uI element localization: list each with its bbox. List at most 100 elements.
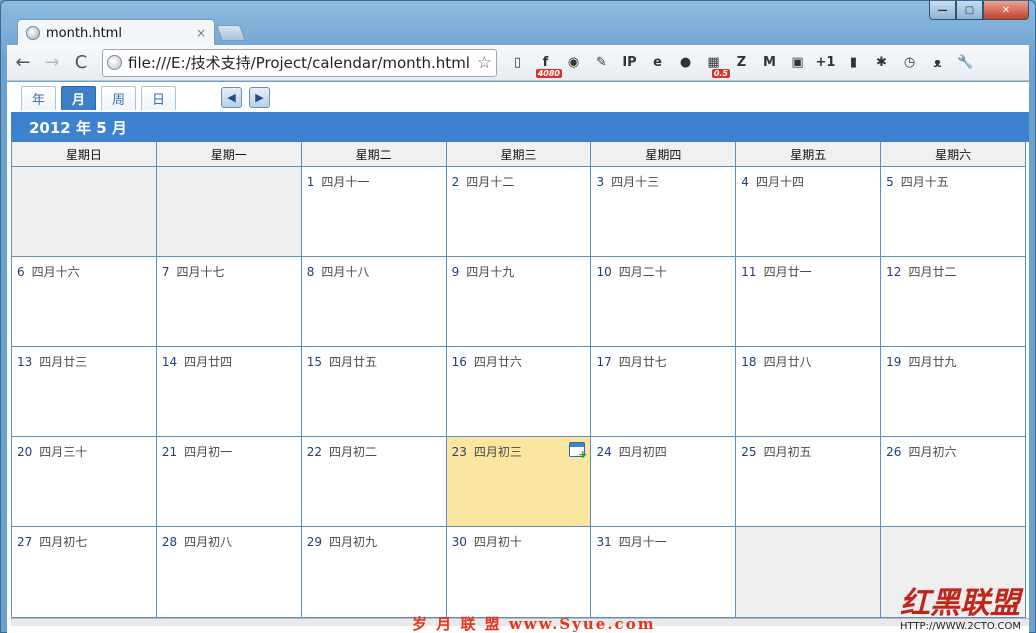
battery-icon[interactable]: ▮ [841,52,866,74]
day-cell[interactable]: 24 四月初四 [591,437,737,526]
maximize-button[interactable]: ▢ [956,1,983,20]
browser-tab[interactable]: month.html × [17,19,215,46]
tab-day[interactable]: 日 [141,86,176,110]
wrench-icon[interactable]: 🔧 [953,52,978,74]
weekday-label: 星期一 [157,142,302,166]
day-cell[interactable]: 2 四月十二 [447,167,592,256]
grid-icon[interactable]: ▦ 0.5 [701,52,730,78]
camera-icon[interactable]: ◉ [561,52,586,74]
day-number: 2 [451,175,460,189]
reload-icon[interactable]: C [68,50,94,76]
tab-month[interactable]: 月 [61,86,96,110]
day-cell[interactable]: 9 四月十九 [447,257,592,346]
day-cell[interactable]: 20 四月三十 [12,437,157,526]
lunar-date: 四月初五 [763,445,812,459]
day-cell[interactable]: 1 四月十一 [302,167,447,256]
day-cell[interactable]: 16 四月廿六 [447,347,592,436]
tab-week[interactable]: 周 [101,86,136,110]
day-number: 13 [17,355,33,369]
day-number: 11 [741,265,757,279]
day-cell[interactable]: 12 四月廿二 [881,257,1025,346]
tab-year[interactable]: 年 [21,86,56,110]
day-number: 29 [306,535,322,549]
weekday-label: 星期四 [591,142,737,166]
url-text[interactable]: file:///E:/技术支持/Project/calendar/month.h… [128,52,473,73]
month-grid: 星期日 星期一 星期二 星期三 星期四 星期五 星期六 1 四月十一 2 四月十二 3 四月十三 4 四月… [11,142,1026,618]
back-icon[interactable]: ← [10,50,36,76]
page-info-icon[interactable] [107,55,122,70]
facebook-icon[interactable]: f 4080 [533,52,562,78]
watermark-url: HTTP://WWW.2CTO.COM [900,621,1021,632]
day-cell[interactable]: 15 四月廿五 [302,347,447,436]
day-cell[interactable]: 31 四月十一 [591,527,737,617]
day-cell[interactable]: 10 四月二十 [591,257,737,346]
today-cell[interactable]: 23 四月初三 [446,437,592,526]
day-cell[interactable]: 30 四月初十 [447,527,592,617]
weekday-label: 星期日 [12,142,157,166]
day-cell[interactable]: 18 四月廿八 [736,347,882,436]
day-cell[interactable]: 3 四月十三 [591,167,737,256]
lunar-date: 四月十七 [176,265,225,279]
calendar-ext-icon[interactable]: ▣ [785,52,810,74]
day-number: 3 [596,175,605,189]
lunar-date: 四月初十 [473,535,522,549]
ie-icon[interactable]: e [645,52,670,74]
day-cell[interactable]: 25 四月初五 [736,437,882,526]
cat-icon[interactable]: ᴥ [925,52,950,74]
day-cell[interactable]: 11 四月廿一 [736,257,882,346]
empty-day-cell [12,167,157,256]
day-cell[interactable]: 21 四月初一 [157,437,302,526]
day-cell[interactable]: 8 四月十八 [302,257,447,346]
gmail-icon[interactable]: M [757,52,782,74]
address-bar[interactable]: file:///E:/技术支持/Project/calendar/month.h… [102,48,497,77]
watermark-logo: 红黑联盟 [900,586,1020,621]
lunar-date: 四月十四 [755,175,804,189]
add-event-icon[interactable] [569,442,587,461]
ip-icon[interactable]: IP [617,52,642,74]
day-cell[interactable]: 17 四月廿七 [591,347,737,436]
day-cell[interactable]: 14 四月廿四 [157,347,302,436]
day-number: 10 [596,265,612,279]
next-month-button[interactable]: ▶ [249,87,270,108]
browser-window: — ▢ ✕ month.html × ← → C file:///E:/技术支持… [0,0,1036,633]
day-cell[interactable]: 4 四月十四 [736,167,882,256]
bug-icon[interactable]: ✱ [869,52,894,74]
prev-month-button[interactable]: ◀ [221,87,242,108]
day-cell[interactable]: 5 四月十五 [881,167,1025,256]
day-cell[interactable]: 27 四月初七 [12,527,157,617]
day-cell[interactable]: 19 四月廿九 [881,347,1025,436]
view-switcher: 年 月 周 日 ◀ ▶ [7,82,1029,112]
tab-close-icon[interactable]: × [196,26,206,40]
edit-icon[interactable]: ✎ [589,52,614,74]
day-cell[interactable]: 22 四月初二 [302,437,447,526]
lunar-date: 四月廿八 [763,355,812,369]
new-tab-button[interactable] [216,25,246,41]
day-cell[interactable]: 28 四月初八 [157,527,302,617]
extension-badge: 4080 [535,68,562,78]
day-number: 17 [596,355,612,369]
timer-icon[interactable]: ◷ [897,52,922,74]
browser-toolbar: ← → C file:///E:/技术支持/Project/calendar/m… [7,45,1029,81]
minimize-button[interactable]: — [929,1,956,20]
day-number: 7 [161,265,170,279]
day-number: 19 [886,355,902,369]
bookmark-star-icon[interactable]: ☆ [477,53,492,73]
week-row: 1 四月十一 2 四月十二 3 四月十三 4 四月十四 5 四月十五 [12,167,1025,257]
zotero-icon[interactable]: Z [729,52,754,74]
reader-icon[interactable]: ▯ [505,52,530,74]
globe-icon [26,26,40,40]
day-cell[interactable]: 7 四月十七 [157,257,302,346]
record-icon[interactable]: ● [673,52,698,74]
day-cell[interactable]: 29 四月初九 [302,527,447,617]
close-window-button[interactable]: ✕ [983,1,1029,20]
week-row: 13 四月廿三 14 四月廿四 15 四月廿五 16 四月廿六 17 四月廿七 18 四月廿八 19 四月… [12,347,1025,437]
forward-icon[interactable]: → [39,50,65,76]
lunar-date: 四月初九 [329,535,378,549]
google-plus-icon[interactable]: +1 [813,52,838,74]
lunar-date: 四月十六 [31,265,80,279]
day-cell[interactable]: 6 四月十六 [12,257,157,346]
lunar-date: 四月廿三 [39,355,88,369]
day-cell[interactable]: 26 四月初六 [881,437,1025,526]
day-cell[interactable]: 13 四月廿三 [12,347,157,436]
lunar-date: 四月初四 [618,445,667,459]
